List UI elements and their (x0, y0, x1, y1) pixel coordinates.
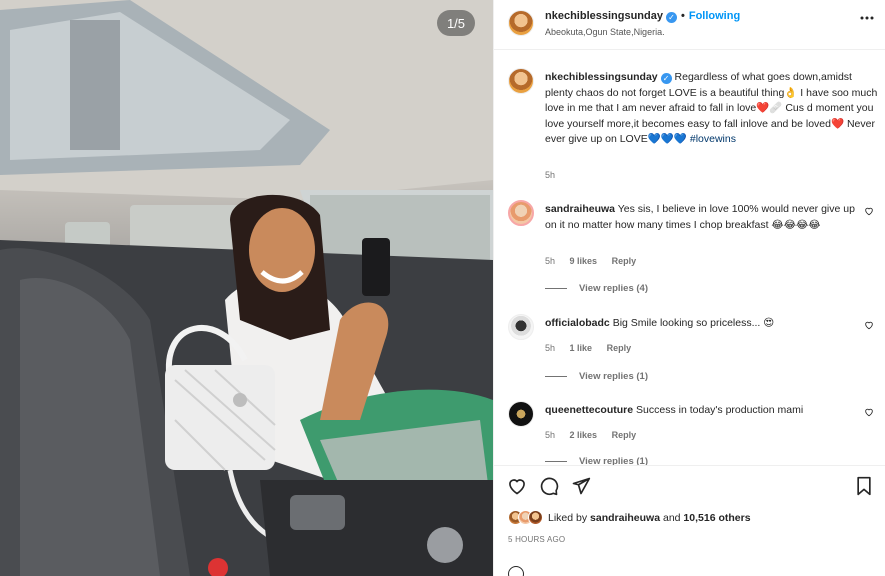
post-timestamp: 5 HOURS AGO (508, 535, 566, 544)
like-comment-heart-icon[interactable] (864, 407, 874, 417)
hashtag-link[interactable]: #lovewins (690, 133, 736, 145)
caption-username[interactable]: nkechiblessingsunday (545, 71, 658, 83)
likes-count[interactable]: 10,516 others (683, 512, 750, 524)
liker-avatar (528, 510, 543, 525)
comment-time: 5h (545, 256, 556, 266)
commenter-avatar[interactable] (508, 401, 534, 427)
post-header: nkechiblessingsunday ✓ • Following Abeokuta… (494, 0, 885, 50)
verified-badge-icon: ✓ (660, 73, 672, 84)
liked-by-prefix: Liked by (548, 511, 591, 524)
separator-dot: • (680, 10, 685, 22)
liked-by-line: Liked by sandraiheuwa and 10,516 others (508, 510, 751, 525)
commenter-avatar[interactable] (508, 314, 534, 340)
comment-likes[interactable]: 9 likes (570, 256, 598, 266)
comment-meta: 5h 1 like Reply (545, 343, 643, 353)
photo-counter: 1/5 (437, 10, 475, 36)
post-actions: Liked by sandraiheuwa and 10,516 others … (494, 465, 885, 576)
comment-time: 5h (545, 430, 556, 440)
comment-bubble-icon[interactable] (539, 476, 559, 496)
commenter-username[interactable]: queenettecouture (545, 404, 633, 416)
save-bookmark-icon[interactable] (854, 476, 874, 496)
comment-likes[interactable]: 1 like (570, 343, 593, 353)
like-comment-heart-icon[interactable] (864, 206, 874, 216)
view-replies-button[interactable]: View replies (1) (545, 456, 648, 465)
comment-text: sandraiheuwa Yes sis, I believe in love … (545, 202, 865, 233)
liked-by-text: Liked by sandraiheuwa and 10,516 others (548, 512, 751, 524)
comment-text: queenettecouture Success in today's prod… (545, 403, 865, 419)
like-heart-icon[interactable] (507, 476, 527, 496)
view-replies-button[interactable]: View replies (1) (545, 371, 648, 382)
commenter-username[interactable]: officialobadc (545, 317, 610, 329)
post-location[interactable]: Abeokuta,Ogun State,Nigeria. (545, 27, 665, 37)
share-send-icon[interactable] (571, 476, 591, 496)
reply-button[interactable]: Reply (612, 430, 637, 440)
following-button[interactable]: Following (689, 10, 740, 22)
comment-time: 5h (545, 343, 556, 353)
like-comment-heart-icon[interactable] (864, 320, 874, 330)
post-details-panel: nkechiblessingsunday ✓ • Following Abeokuta… (493, 0, 885, 576)
comment-meta: 5h 9 likes Reply (545, 256, 648, 266)
reply-button[interactable]: Reply (607, 343, 632, 353)
view-replies-button[interactable]: View replies (4) (545, 283, 648, 294)
photo-illustration (0, 0, 493, 576)
comment-likes[interactable]: 2 likes (570, 430, 598, 440)
caption-time: 5h (545, 170, 556, 180)
comment-meta: 5h 2 likes Reply (545, 430, 648, 440)
commenter-avatar[interactable] (508, 200, 534, 226)
caption-text: nkechiblessingsunday ✓ Regardless of what… (545, 70, 880, 148)
comments-scroll-area[interactable]: nkechiblessingsunday ✓ Regardless of what… (494, 50, 885, 465)
verified-badge-icon: ✓ (665, 12, 677, 23)
author-avatar[interactable] (508, 10, 534, 36)
caption-avatar[interactable] (508, 68, 534, 94)
commenter-username[interactable]: sandraiheuwa (545, 203, 615, 215)
comment-body: Success in today's production mami (636, 404, 804, 416)
liked-by-user[interactable]: sandraiheuwa (590, 512, 660, 524)
author-username[interactable]: nkechiblessingsunday (545, 10, 663, 22)
caption-meta: 5h (545, 170, 567, 180)
author-line: nkechiblessingsunday ✓ • Following (545, 10, 740, 23)
comment-body: Big Smile looking so priceless... 😍 (612, 317, 775, 329)
reply-button[interactable]: Reply (612, 256, 637, 266)
liked-by-mid: and (660, 511, 684, 524)
post-photo[interactable]: 1/5 (0, 0, 493, 576)
more-options-icon[interactable] (859, 10, 875, 31)
emoji-icon[interactable] (508, 566, 524, 576)
comment-text: officialobadc Big Smile looking so price… (545, 316, 865, 332)
